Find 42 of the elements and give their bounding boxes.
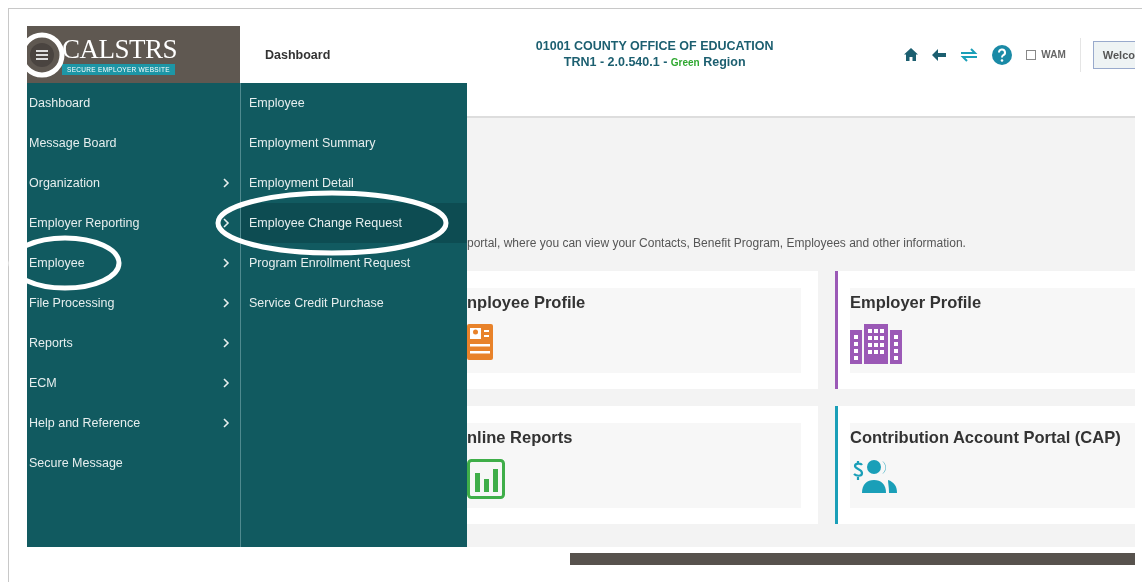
building-icon <box>850 324 902 364</box>
checkbox-label: WAM <box>1041 49 1066 60</box>
intro-text: portal, where you can view your Contacts, Benefit Program, Employees and other information. <box>467 236 967 250</box>
help-icon[interactable] <box>992 44 1013 65</box>
dashboard-card[interactable]: Employer Profile <box>835 271 1135 389</box>
menu-item[interactable]: Organization <box>27 163 240 203</box>
id-card-icon <box>467 324 493 360</box>
back-arrow-icon[interactable] <box>932 48 947 61</box>
swap-arrows-icon[interactable] <box>960 47 979 62</box>
card-title: nline Reports <box>467 428 574 447</box>
submenu-item[interactable]: Service Credit Purchase <box>241 283 467 323</box>
submenu-item[interactable]: Employment Summary <box>241 123 467 163</box>
card-title: nployee Profile <box>467 293 587 312</box>
menu-item[interactable]: Reports <box>27 323 240 363</box>
dashboard-card[interactable]: Contribution Account Portal (CAP) <box>835 406 1135 524</box>
menu-item[interactable]: Secure Message <box>27 443 240 483</box>
dashboard-card[interactable]: nline Reports <box>467 406 818 524</box>
dashboard-card[interactable]: nployee Profile <box>467 271 818 389</box>
wam-checkbox[interactable] <box>1026 49 1037 60</box>
submenu-item[interactable]: Employee Change Request <box>241 203 467 243</box>
logo-text: CALSTRS <box>62 34 178 63</box>
environment-label: TRN1 - 2.0.540.1 - Green Region <box>563 54 746 71</box>
menu-item[interactable]: File Processing <box>27 283 240 323</box>
home-icon[interactable] <box>904 48 919 61</box>
menu-item[interactable]: Message Board <box>27 123 240 163</box>
menu-item[interactable]: Help and Reference <box>27 403 240 443</box>
submenu-item[interactable]: Program Enrollment Request <box>241 243 467 283</box>
menu-item[interactable]: Employer Reporting <box>27 203 240 243</box>
page-title: Dashboard <box>265 47 332 62</box>
card-title: Employer Profile <box>850 293 983 312</box>
submenu-item[interactable]: Employment Detail <box>241 163 467 203</box>
menu-button[interactable] <box>30 42 54 67</box>
menu-item[interactable]: ECM <box>27 363 240 403</box>
submenu-item[interactable]: Employee <box>241 83 467 123</box>
menu-item[interactable]: Dashboard <box>27 83 240 123</box>
menu-item[interactable]: Employee <box>27 243 240 283</box>
organization-name: 01001 COUNTY OFFICE OF EDUCATION <box>535 38 774 54</box>
card-title: Contribution Account Portal (CAP) <box>850 428 1122 447</box>
bar-chart-icon <box>467 459 505 499</box>
menu-icon <box>36 49 48 60</box>
welcome-button[interactable]: Welco <box>1092 40 1135 69</box>
people-dollar-icon <box>850 459 900 493</box>
